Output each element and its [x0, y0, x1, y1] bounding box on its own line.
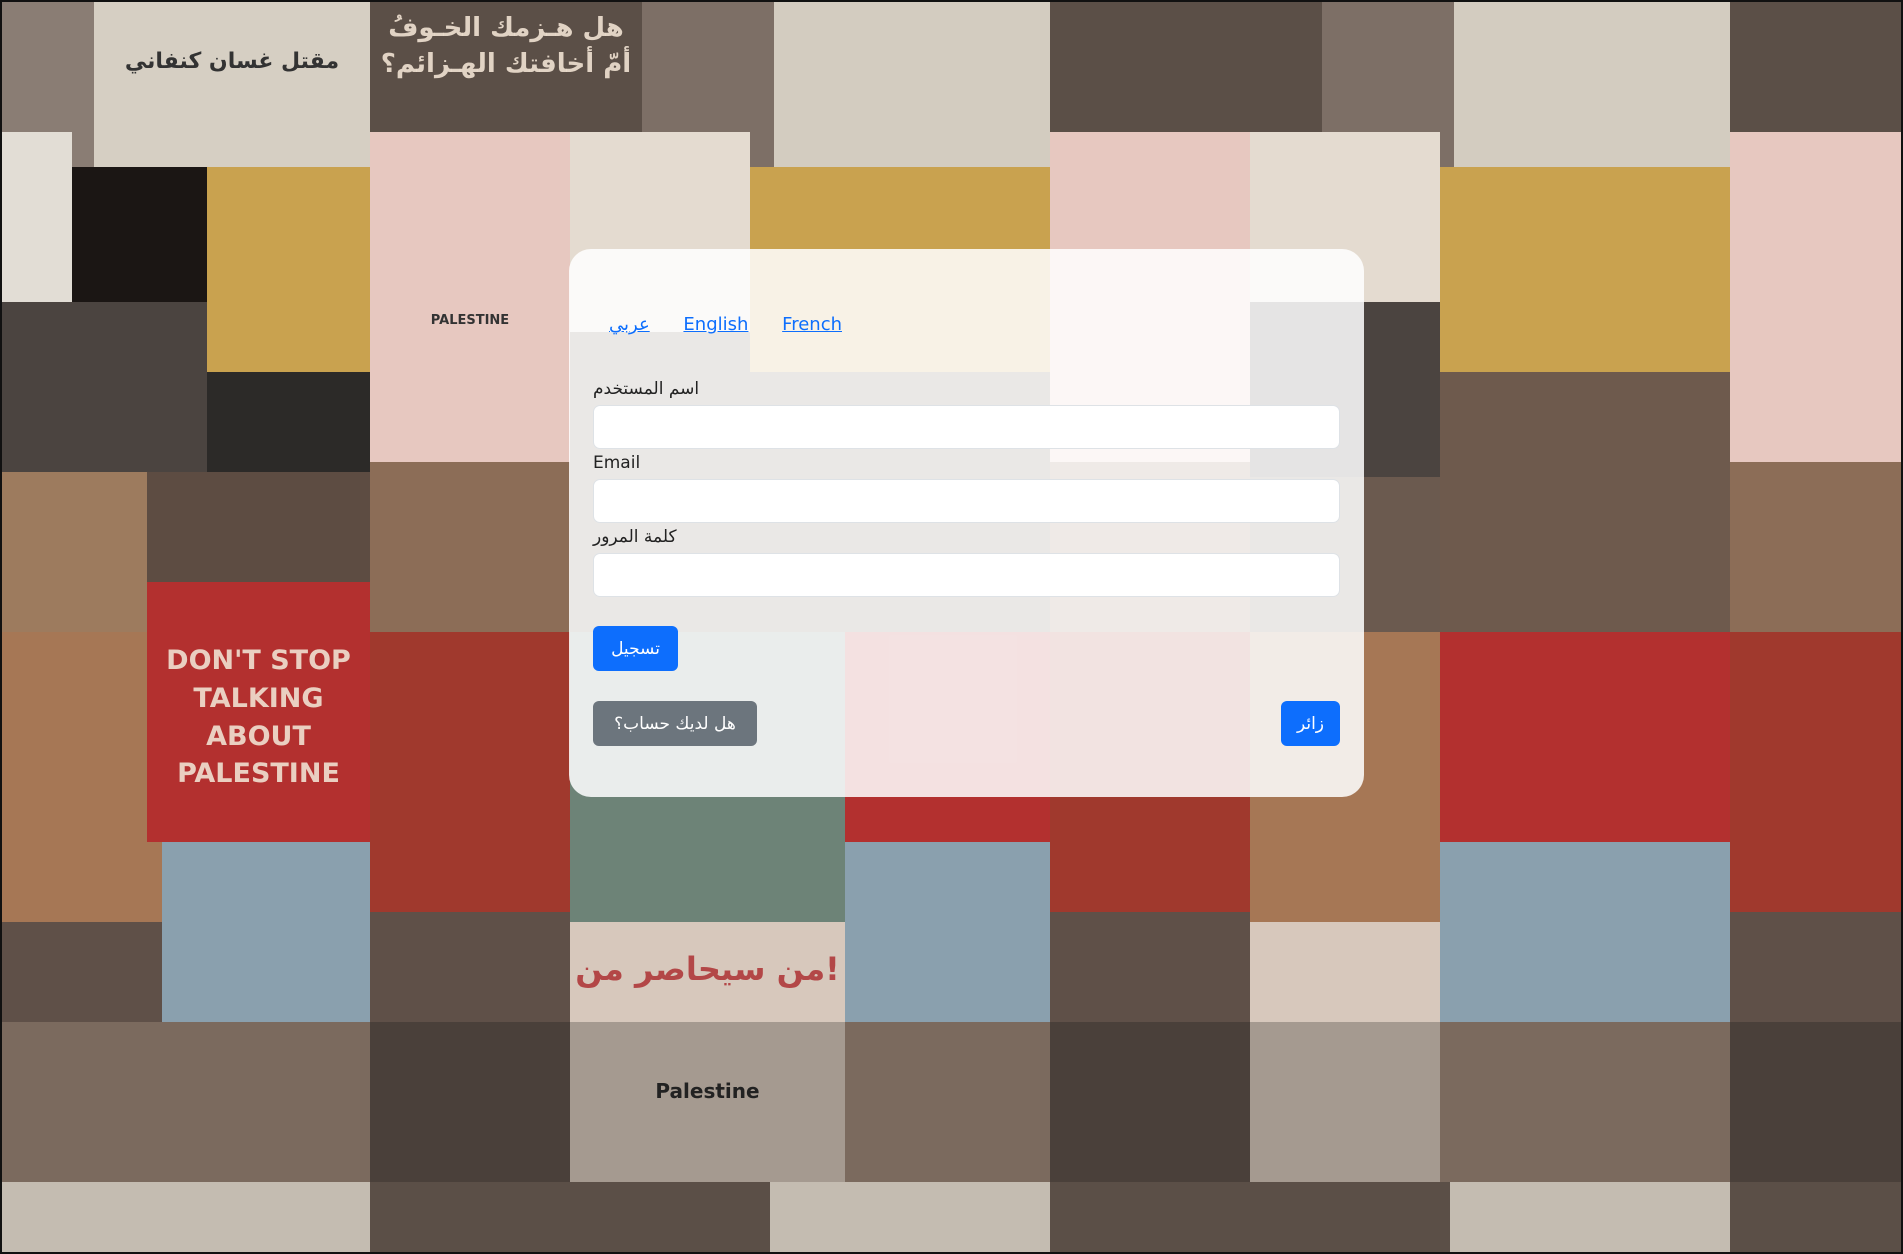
- collage-tile-keffiyeh: [2, 302, 207, 477]
- username-input[interactable]: [593, 405, 1340, 449]
- collage-tile-photo: [1050, 1022, 1250, 1182]
- collage-tile-photo: [1440, 372, 1730, 632]
- collage-tile-dome: [845, 842, 1050, 1022]
- collage-tile-dome: [1440, 167, 1730, 372]
- newspaper-headline: مقتل غسان كنفاني: [124, 49, 340, 74]
- collage-tile-map: [1730, 132, 1901, 462]
- lang-french-link[interactable]: French: [782, 314, 842, 335]
- street-sign-text: Palestine: [655, 1079, 760, 1103]
- collage-tile-poster: هل هـزمك الخـوفُ أمّ أخافتك الهـزائم؟: [370, 2, 642, 132]
- collage-tile-photo: [1050, 912, 1250, 1022]
- collage-tile-newspaper: [1454, 2, 1730, 167]
- collage-tile-portrait: [2, 472, 147, 632]
- collage-tile-photo: [1730, 912, 1901, 1022]
- username-label: اسم المستخدم: [593, 379, 700, 399]
- collage-tile-street: [2, 1022, 370, 1182]
- collage-tile-dome: [2, 632, 162, 922]
- collage-tile-photo: [2, 132, 72, 302]
- collage-tile-poster: [1730, 2, 1901, 132]
- collage-tile-portrait: [370, 632, 570, 912]
- collage-tile-poster: [1050, 1182, 1450, 1252]
- language-switcher: عربي English French: [609, 314, 870, 335]
- collage-tile-graffiti: من سيحاصر من!: [570, 922, 845, 1022]
- lang-arabic-link[interactable]: عربي: [609, 314, 650, 335]
- visitor-button[interactable]: زائر: [1281, 701, 1340, 746]
- have-account-button[interactable]: هل لديك حساب؟: [593, 701, 757, 746]
- collage-tile-portrait: [1730, 632, 1901, 912]
- register-button[interactable]: تسجيل: [593, 626, 678, 671]
- slogan-text: DON'T STOP TALKING ABOUT PALESTINE: [166, 645, 351, 790]
- collage-tile-slogan: [1440, 632, 1730, 842]
- collage-tile-newspaper: مقتل غسان كنفاني: [94, 2, 370, 167]
- collage-tile-newspaper: [2, 1182, 370, 1252]
- collage-tile-photo: [370, 912, 570, 1022]
- collage-tile-newspaper: [1450, 1182, 1730, 1252]
- email-input[interactable]: [593, 479, 1340, 523]
- map-label: PALESTINE: [430, 313, 510, 328]
- collage-tile-street-sign: [1250, 1022, 1440, 1182]
- register-panel: عربي English French اسم المستخدم Email ك…: [569, 249, 1364, 797]
- collage-tile-photo: [370, 462, 570, 632]
- collage-tile-photo: [1730, 1022, 1901, 1182]
- collage-tile-street-sign: Palestine: [570, 1022, 845, 1182]
- collage-tile-photo: [1730, 462, 1901, 632]
- collage-tile-dome: [162, 842, 370, 1022]
- collage-tile-dome: [1440, 842, 1730, 1022]
- collage-tile-poster: [1050, 2, 1322, 132]
- graffiti-text: من سيحاصر من!: [575, 950, 840, 988]
- poster-headline: هل هـزمك الخـوفُ أمّ أخافتك الهـزائم؟: [380, 13, 632, 80]
- collage-tile-newspaper: [770, 1182, 1050, 1252]
- password-label: كلمة المرور: [593, 527, 677, 547]
- lang-english-link[interactable]: English: [683, 314, 748, 335]
- collage-tile-newspaper: [774, 2, 1050, 167]
- email-label: Email: [593, 453, 641, 473]
- collage-tile-poster: [370, 1182, 770, 1252]
- collage-tile-dome: [207, 167, 370, 372]
- collage-tile-map: PALESTINE: [370, 132, 570, 462]
- collage-tile-street: [845, 1022, 1050, 1182]
- collage-tile-photo: [370, 1022, 570, 1182]
- collage-tile-slogan: DON'T STOP TALKING ABOUT PALESTINE: [147, 582, 370, 842]
- password-input[interactable]: [593, 553, 1340, 597]
- collage-tile-street: [1440, 1022, 1730, 1182]
- collage-tile-photo: [2, 922, 162, 1022]
- collage-tile-crowd: [207, 372, 370, 472]
- collage-tile-graffiti: [1250, 922, 1440, 1022]
- collage-tile-poster: [1730, 1182, 1901, 1252]
